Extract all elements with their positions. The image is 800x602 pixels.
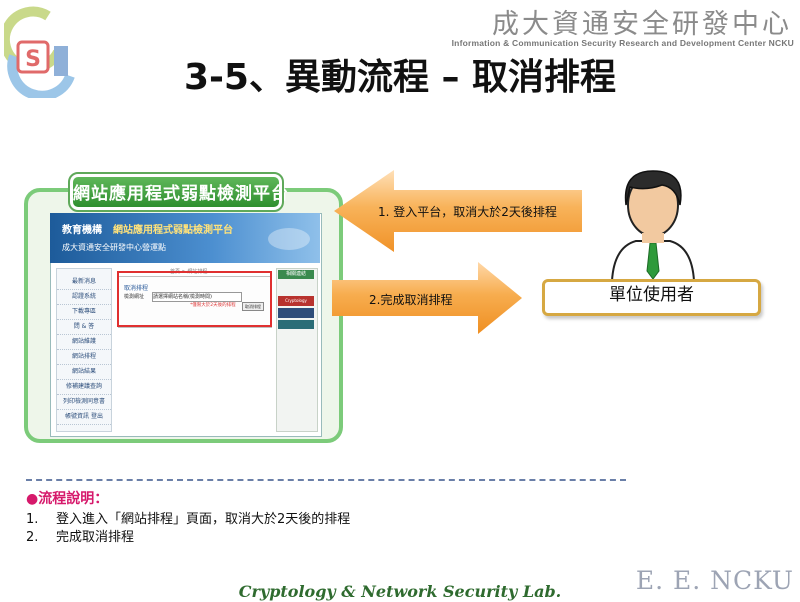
- platform-tab-title: 網站應用程式弱點檢測平台: [68, 172, 288, 212]
- ee-ncku-label: E. E. NCKU: [635, 566, 794, 595]
- complete-arrow-label: 2.完成取消排程: [369, 293, 453, 307]
- note-item: 2. 完成取消排程: [26, 530, 135, 545]
- page-title: 3-5、異動流程 – 取消排程: [183, 57, 617, 98]
- nav-item[interactable]: 最新消息: [57, 275, 111, 290]
- org-name-cn: 成大資通安全研發中心: [492, 9, 792, 40]
- org-name-en: Information & Communication Security Res…: [451, 38, 794, 48]
- side-link[interactable]: [278, 308, 314, 318]
- site-brand-title: 網站應用程式弱點檢測平台: [113, 225, 233, 236]
- nav-item[interactable]: 網站結果: [57, 365, 111, 380]
- nav-item[interactable]: 網站排程: [57, 350, 111, 365]
- notes-title: ●流程說明：: [26, 491, 109, 507]
- divider: [26, 479, 626, 481]
- site-nav: 最新消息 認證系統 下載專區 問 & 答 網站維護 網站排程 網站結果 修補建議…: [56, 268, 112, 432]
- nav-item[interactable]: 帳號資訊 登出: [57, 410, 111, 425]
- side-header: 相關連結: [278, 270, 314, 279]
- user-label: 單位使用者: [609, 285, 694, 305]
- side-link[interactable]: [278, 320, 314, 329]
- login-arrow-label: 1. 登入平台，取消大於2天後排程: [378, 205, 557, 219]
- highlight-box: [117, 271, 272, 327]
- nav-item[interactable]: 列印檢測同意書: [57, 395, 111, 410]
- side-link[interactable]: Cryptology: [278, 296, 314, 306]
- side-panel: [276, 268, 318, 432]
- site-globe-icon: [268, 228, 310, 250]
- site-brand: 教育機構: [62, 225, 102, 236]
- nav-item[interactable]: 網站維護: [57, 335, 111, 350]
- nav-item[interactable]: 認證系統: [57, 290, 111, 305]
- site-subtitle: 成大資通安全研發中心營運點: [62, 243, 166, 252]
- nav-item[interactable]: 問 & 答: [57, 320, 111, 335]
- nav-item[interactable]: 下載專區: [57, 305, 111, 320]
- nav-item[interactable]: 修補建議查詢: [57, 380, 111, 395]
- user-icon: [610, 170, 696, 281]
- note-item: 1. 登入進入「網站排程」頁面，取消大於2天後的排程: [26, 512, 351, 527]
